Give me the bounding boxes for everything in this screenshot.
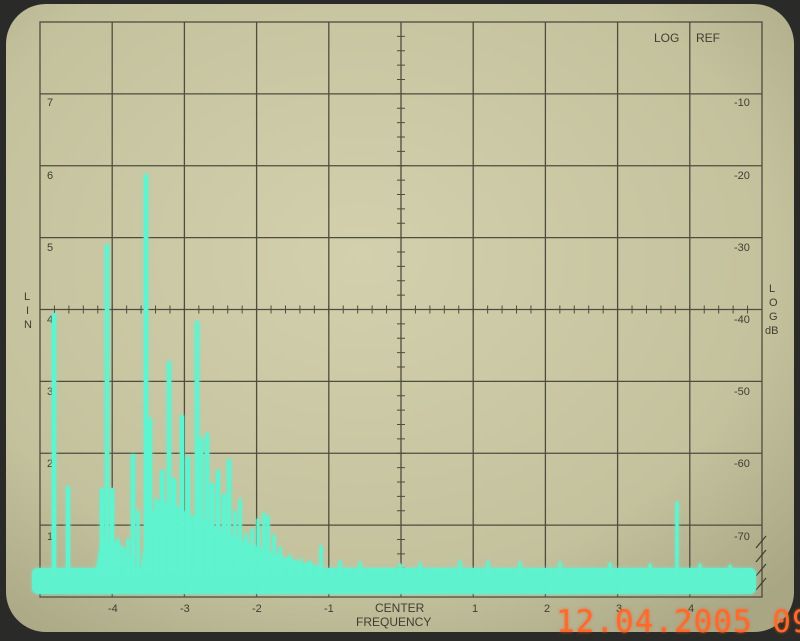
freq-label-minus1: -1 — [324, 603, 334, 615]
lin-scale-5: 5 — [47, 242, 53, 254]
log-label: LOG — [654, 31, 679, 45]
log-scale-20: -20 — [734, 170, 750, 182]
freq-label-minus2: -2 — [252, 603, 262, 615]
freq-label-minus3: -3 — [180, 603, 190, 615]
log-axis-letter-l: L — [769, 283, 775, 295]
log-axis-letter-o: O — [769, 297, 778, 309]
freq-label-minus4: -4 — [108, 603, 118, 615]
freq-label-2: 2 — [544, 603, 550, 615]
log-scale-10: -10 — [734, 97, 750, 109]
freq-label-1: 1 — [472, 603, 478, 615]
log-scale-50: -50 — [734, 386, 750, 398]
lin-axis-letter-n: N — [24, 319, 32, 331]
lin-scale-6: 6 — [47, 170, 53, 182]
spectrum-analyzer-screen: LOG REF 7 6 5 4 3 2 1 -10 -20 -30 -40 -5… — [6, 4, 794, 632]
log-scale-40: -40 — [734, 314, 750, 326]
date-stamp: 12.04.2005 09 — [556, 604, 800, 640]
lin-axis-letter-i: I — [26, 305, 29, 317]
log-axis-unit-db: dB — [765, 325, 778, 337]
freq-label-center: CENTER — [375, 601, 425, 615]
frequency-caption: FREQUENCY — [356, 615, 431, 629]
log-scale-70: -70 — [734, 531, 750, 543]
log-scale-30: -30 — [734, 242, 750, 254]
log-scale-60: -60 — [734, 458, 750, 470]
lin-axis-letter-l: L — [24, 291, 30, 303]
ref-label: REF — [696, 31, 720, 45]
log-axis-letter-g: G — [769, 311, 778, 323]
lin-scale-7: 7 — [47, 97, 53, 109]
